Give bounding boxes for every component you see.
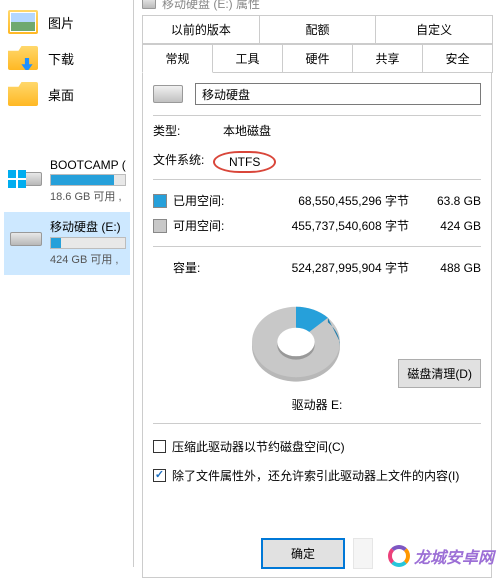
capacity-bytes: 524,287,995,904 字节 — [292, 259, 409, 276]
tabs-row-top: 以前的版本 配额 自定义 — [134, 15, 500, 44]
drive-subtext: 18.6 GB 可用 , — [50, 188, 126, 204]
free-swatch-icon — [153, 219, 167, 233]
filesystem-value: NTFS — [213, 151, 276, 173]
properties-dialog: 移动硬盘 (E:) 属性 以前的版本 配额 自定义 常规 工具 硬件 共享 安全… — [133, 0, 500, 567]
tab-quota[interactable]: 配额 — [259, 15, 377, 44]
hdd-drive-icon — [10, 218, 42, 246]
watermark-logo-icon — [386, 543, 412, 569]
tab-general[interactable]: 常规 — [142, 44, 213, 73]
disk-cleanup-button[interactable]: 磁盘清理(D) — [398, 359, 481, 388]
watermark-text: 龙城安卓网 — [414, 544, 494, 568]
cancel-button[interactable] — [353, 538, 373, 569]
free-label: 可用空间: — [173, 217, 224, 234]
drive-icon — [153, 85, 183, 103]
checkbox-icon — [153, 440, 166, 453]
nav-downloads[interactable]: 下载 — [4, 40, 130, 76]
drive-item-removable[interactable]: 移动硬盘 (E:) 424 GB 可用 , — [4, 212, 130, 275]
index-label: 除了文件属性外，还允许索引此驱动器上文件的内容(I) — [172, 467, 459, 484]
watermark: 龙城安卓网 — [386, 543, 494, 569]
desktop-folder-icon — [8, 82, 38, 106]
used-bytes: 68,550,455,296 字节 — [298, 192, 409, 209]
usage-donut-chart — [241, 298, 351, 388]
nav-label: 图片 — [48, 13, 74, 32]
nav-label: 下载 — [48, 49, 74, 68]
downloads-folder-icon — [8, 46, 38, 70]
drive-item-bootcamp[interactable]: BOOTCAMP ( 18.6 GB 可用 , — [4, 152, 130, 212]
ok-button[interactable]: 确定 — [261, 538, 345, 569]
dialog-title: 移动硬盘 (E:) 属性 — [162, 0, 260, 12]
tab-tools[interactable]: 工具 — [212, 44, 283, 73]
drive-subtext: 424 GB 可用 , — [50, 251, 126, 267]
tab-hardware[interactable]: 硬件 — [282, 44, 353, 73]
tab-panel-general: 类型: 本地磁盘 文件系统: NTFS 已用空间: 68,550,455,296… — [142, 73, 492, 578]
used-swatch-icon — [153, 194, 167, 208]
compress-checkbox-row[interactable]: 压缩此驱动器以节约磁盘空间(C) — [153, 432, 481, 461]
tab-security[interactable]: 安全 — [422, 44, 493, 73]
nav-desktop[interactable]: 桌面 — [4, 76, 130, 112]
tab-sharing[interactable]: 共享 — [352, 44, 423, 73]
compress-label: 压缩此驱动器以节约磁盘空间(C) — [172, 438, 345, 455]
capacity-gb: 488 GB — [431, 261, 481, 275]
type-label: 类型: — [153, 122, 223, 139]
index-checkbox-row[interactable]: 除了文件属性外，还允许索引此驱动器上文件的内容(I) — [153, 461, 481, 490]
used-gb: 63.8 GB — [431, 194, 481, 208]
drive-name: 移动硬盘 (E:) — [50, 218, 126, 235]
windows-drive-icon — [10, 158, 42, 186]
drive-letter-label: 驱动器 E: — [153, 392, 481, 424]
checkbox-checked-icon — [153, 469, 166, 482]
explorer-sidebar: 图片 下载 桌面 BOOTCAMP ( 18.6 GB 可用 , 移动硬盘 (E… — [0, 0, 130, 575]
tab-customize[interactable]: 自定义 — [375, 15, 493, 44]
free-gb: 424 GB — [431, 219, 481, 233]
tab-previous-versions[interactable]: 以前的版本 — [142, 15, 260, 44]
drive-name: BOOTCAMP ( — [50, 158, 126, 172]
nav-pictures[interactable]: 图片 — [4, 4, 130, 40]
drive-icon — [142, 0, 156, 9]
pictures-folder-icon — [8, 10, 38, 34]
capacity-bar — [50, 237, 126, 249]
type-value: 本地磁盘 — [223, 122, 271, 139]
used-label: 已用空间: — [173, 192, 224, 209]
nav-label: 桌面 — [48, 85, 74, 104]
drive-list: BOOTCAMP ( 18.6 GB 可用 , 移动硬盘 (E:) 424 GB… — [4, 152, 130, 275]
free-bytes: 455,737,540,608 字节 — [292, 217, 409, 234]
capacity-label: 容量: — [173, 259, 200, 276]
capacity-bar — [50, 174, 126, 186]
tabs-row-bottom: 常规 工具 硬件 共享 安全 — [134, 44, 500, 73]
dialog-titlebar[interactable]: 移动硬盘 (E:) 属性 — [134, 0, 500, 15]
drive-name-input[interactable] — [195, 83, 481, 105]
